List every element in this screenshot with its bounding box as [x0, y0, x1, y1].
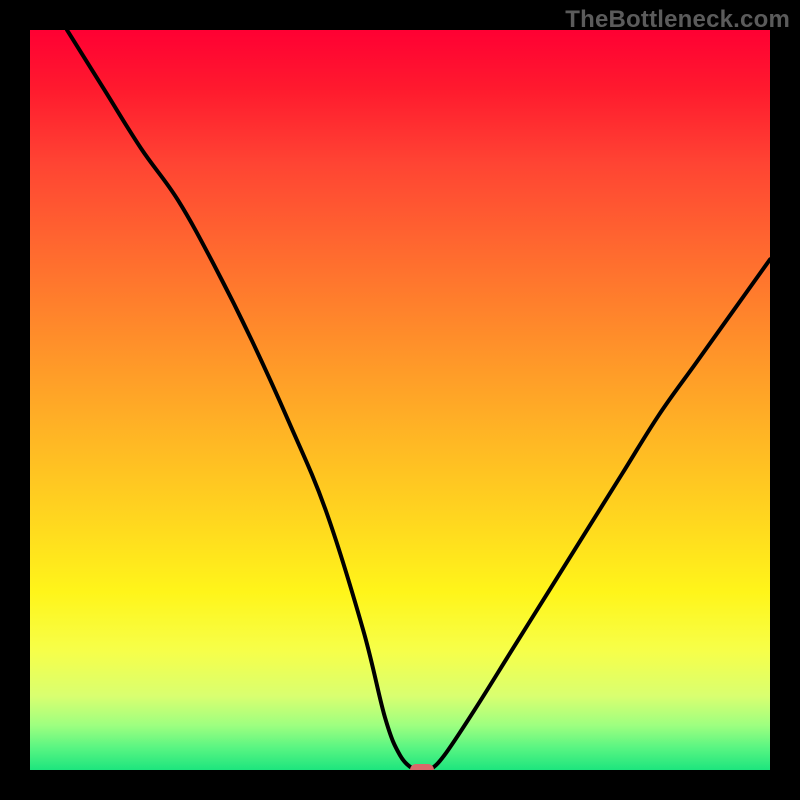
plot-area: [30, 30, 770, 770]
bottleneck-curve: [30, 30, 770, 770]
watermark-text: TheBottleneck.com: [565, 6, 790, 34]
minimum-marker: [410, 764, 434, 770]
curve-path: [67, 30, 770, 770]
chart-frame: TheBottleneck.com: [0, 0, 800, 800]
